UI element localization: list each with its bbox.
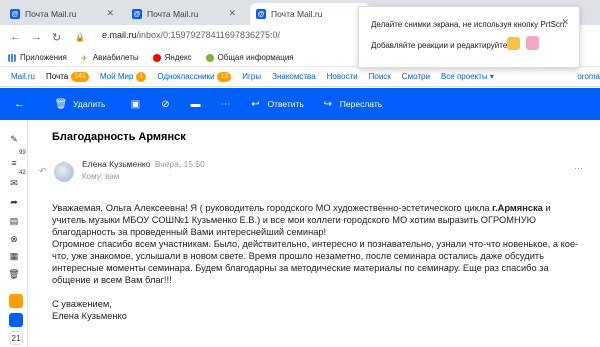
portal-link-ok[interactable]: Одноклассники 12 <box>157 71 232 82</box>
mail-favicon-icon: @ <box>132 9 142 19</box>
mail-icon[interactable]: ✉ 42 <box>8 170 25 189</box>
tab-title: Почта Mail.ru <box>25 9 77 19</box>
message-body: Уважаемая, Ольга Алексеевна! Я ( руковод… <box>52 202 582 322</box>
portal-nav: Mail.ru Почта 141 Мой Мир 1 Одноклассники 1… <box>0 67 600 87</box>
bookmark-apps[interactable]: Приложения <box>8 53 67 62</box>
mail-toolbar: ← 🗑 Удалить ▣ ⊘ ▬ ⋯ ↩ Ответить ↪ Пересла… <box>0 88 600 120</box>
popup-line-1: Делайте снимки экрана, не используя кноп… <box>371 20 567 29</box>
lock-icon[interactable]: 🔒 <box>75 33 85 42</box>
signature-name: Елена Кузьменко <box>52 311 127 321</box>
recipient-line: Кому: вам <box>82 172 120 181</box>
bookmark-aviabilety[interactable]: ✈ Авиабилеты <box>80 53 139 63</box>
bookmark-info[interactable]: Общая информация <box>205 53 294 62</box>
close-icon[interactable]: ✕ <box>106 8 114 19</box>
emoji-cat-icon <box>526 36 539 50</box>
reply-icon: ↩ <box>251 98 260 110</box>
archive-button[interactable]: ▣ <box>129 98 147 110</box>
message-date: Вчера, 15:50 <box>154 159 205 169</box>
portal-link-pochta[interactable]: Почта 141 <box>46 71 89 82</box>
close-icon[interactable]: ✕ <box>228 8 236 19</box>
compose-icon[interactable]: ✎ <box>8 133 20 145</box>
cloud-app-icon[interactable] <box>9 294 23 308</box>
tab-title: Почта Mail.ru <box>271 9 323 19</box>
spam-button[interactable]: ⊘ <box>159 98 177 110</box>
mail-favicon-icon: @ <box>10 9 20 19</box>
inbox-icon[interactable]: ≡ 99 <box>8 150 25 169</box>
signature-greeting: С уважением, <box>52 299 112 309</box>
portal-link-poisk[interactable]: Поиск <box>369 72 391 81</box>
body-paragraph: Огромное спасибо всем участникам. Было, … <box>52 239 579 285</box>
portal-link-mailru[interactable]: Mail.ru <box>11 72 35 81</box>
more-options-icon[interactable]: ⋯ <box>574 163 583 174</box>
sent-icon[interactable]: ➦ <box>8 196 20 208</box>
reply-arrow-icon[interactable]: ↶ <box>39 166 47 177</box>
calendar-app-icon[interactable]: 21 <box>9 331 23 345</box>
avatar <box>54 162 74 182</box>
contacts-app-icon[interactable] <box>9 313 23 327</box>
close-icon[interactable]: ✕ <box>561 17 569 28</box>
mail-favicon-icon: @ <box>256 9 266 19</box>
body-paragraph: Уважаемая, Ольга Алексеевна! Я ( руковод… <box>52 203 551 237</box>
plane-icon: ✈ <box>80 53 88 63</box>
portal-link-novosti[interactable]: Новости <box>327 72 358 81</box>
more-icon: ⋯ <box>220 98 231 110</box>
bookmark-yandex[interactable]: Яндекс <box>152 53 192 62</box>
unread-badge: 141 <box>71 71 89 82</box>
sender-name: Елена Кузьменко <box>82 159 151 169</box>
globe-icon <box>205 53 214 62</box>
portal-link-smotri[interactable]: Смотри <box>402 72 430 81</box>
forward-icon: ↪ <box>323 98 332 110</box>
portal-link-moymir[interactable]: Мой Мир 1 <box>100 71 147 82</box>
message-subject: Благодарность Армянск <box>52 131 186 143</box>
folder-icon: ▬ <box>190 98 201 110</box>
back-icon[interactable]: ← <box>10 31 21 43</box>
yandex-icon <box>152 53 161 62</box>
archive-folder-icon[interactable]: ▦ <box>8 250 20 262</box>
move-button[interactable]: ▬ <box>189 98 207 110</box>
count-badge: 12 <box>217 71 232 82</box>
spam-folder-icon[interactable]: ⊗ <box>8 233 20 245</box>
browser-tab[interactable]: @ Почта Mail.ru ✕ <box>4 3 122 25</box>
left-rail: ✎ ≡ 99 ✉ 42 ➦ ▤ ⊗ ▦ 🗑 21 <box>0 120 28 347</box>
portal-link-igry[interactable]: Игры <box>242 72 261 81</box>
sender-line[interactable]: Елена Кузьменко Вчера, 15:50 <box>82 159 205 169</box>
spam-icon: ⊘ <box>161 98 170 110</box>
reply-button[interactable]: ↩ Ответить <box>249 98 304 110</box>
trash-folder-icon[interactable]: 🗑 <box>8 268 20 280</box>
apps-grid-icon <box>8 53 16 62</box>
tab-title: Почта Mail.ru <box>147 9 199 19</box>
drafts-icon[interactable]: ▤ <box>8 215 20 227</box>
emoji-smile-icon <box>507 37 520 50</box>
user-account-link[interactable]: oroma <box>577 72 600 81</box>
page: @ Почта Mail.ru ✕ @ Почта Mail.ru ✕ @ По… <box>0 0 600 347</box>
forward-icon[interactable]: → <box>31 31 42 43</box>
back-to-list-button[interactable]: ← <box>14 98 25 110</box>
portal-link-all-projects[interactable]: Все проекты ▾ <box>441 72 494 81</box>
browser-tab[interactable]: @ Почта Mail.ru ✕ <box>126 3 244 25</box>
forward-button[interactable]: ↪ Переслать <box>322 98 383 110</box>
browser-tab-active[interactable]: @ Почта Mail.ru <box>250 3 370 25</box>
count-badge: 1 <box>136 71 147 82</box>
more-button[interactable]: ⋯ <box>219 98 237 110</box>
trash-icon: 🗑 <box>54 98 68 110</box>
archive-icon: ▣ <box>130 98 141 110</box>
url-field[interactable]: e.mail.ru/inbox/0:15979278411697836275:0… <box>102 30 280 40</box>
screenshot-tip-popup: Делайте снимки экрана, не используя кноп… <box>358 6 580 68</box>
reload-icon[interactable]: ↻ <box>52 31 61 44</box>
portal-link-znakomstva[interactable]: Знакомства <box>272 72 316 81</box>
delete-button[interactable]: 🗑 Удалить <box>54 98 106 110</box>
popup-line-2: Добавляйте реакции и редактируйте <box>371 41 508 50</box>
